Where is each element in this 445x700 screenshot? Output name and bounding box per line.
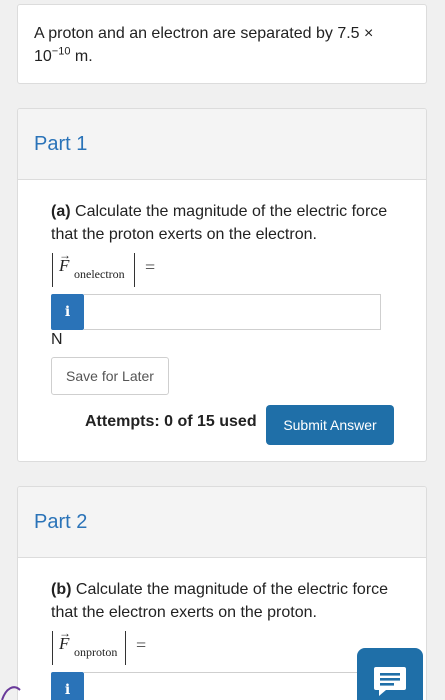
part-1-math-expression: → F onelectron = [51,249,426,292]
attempts-counter: Attempts: 0 of 15 used [85,413,257,430]
part-2-answer-input[interactable] [84,672,381,700]
info-icon[interactable]: i [51,672,84,700]
submit-answer-button[interactable]: Submit Answer [266,405,394,445]
abs-bar-right [134,253,135,287]
part-1-header[interactable]: Part 1 [18,109,426,180]
part-1-body: (a) Calculate the magnitude of the elect… [18,180,426,330]
scribble-mark [1,686,21,700]
question-label: (a) [51,203,71,220]
part-1-question: (a) Calculate the magnitude of the elect… [51,200,391,246]
chat-bubble-icon[interactable] [357,648,423,700]
problem-text-end: m. [70,48,93,65]
part-2-question: (b) Calculate the magnitude of the elect… [51,578,391,624]
page: A proton and an electron are separated b… [0,0,445,700]
equals-sign: = [145,257,156,277]
problem-exponent: −10 [51,45,71,58]
info-icon[interactable]: i [51,294,84,330]
force-subscript: onproton [74,645,118,659]
part-2-title: Part 2 [34,510,88,533]
part-2-header[interactable]: Part 2 [18,487,426,558]
question-text: Calculate the magnitude of the electric … [51,203,388,243]
unit-label: N [51,331,63,348]
question-text: Calculate the magnitude of the electric … [51,581,389,621]
problem-statement-card: A proton and an electron are separated b… [17,4,427,84]
force-symbol: F [59,256,70,275]
abs-bar-left [52,631,53,665]
part-1-answer-input[interactable] [84,294,381,330]
abs-bar-left [52,253,53,287]
force-symbol: F [59,634,70,653]
part-1-title: Part 1 [34,132,88,155]
part-1-answer-row: i [51,294,426,330]
part-1-card: Part 1 (a) Calculate the magnitude of th… [17,108,427,462]
equals-sign: = [136,635,147,655]
force-subscript: onelectron [74,267,125,281]
question-label: (b) [51,581,72,598]
problem-statement: A proton and an electron are separated b… [34,22,410,68]
abs-bar-right [125,631,126,665]
chat-bubble-icon-glyph [374,667,406,696]
save-for-later-button[interactable]: Save for Later [51,357,169,395]
